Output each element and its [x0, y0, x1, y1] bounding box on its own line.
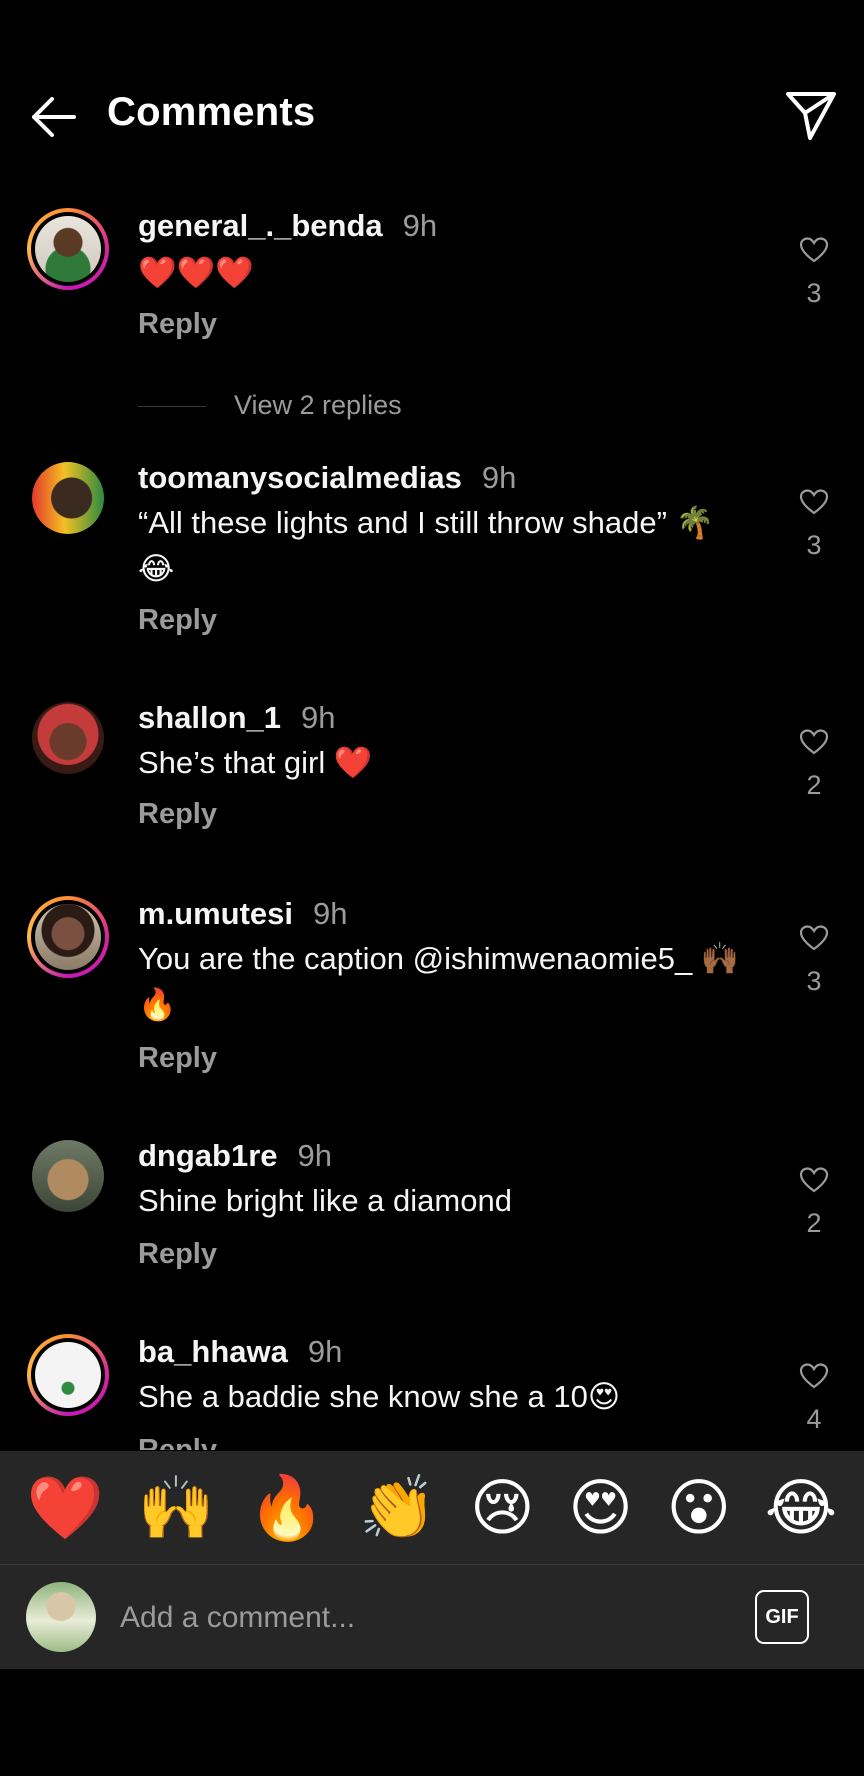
heart-icon[interactable] — [799, 1166, 829, 1194]
comment-text: “All these lights and I still throw shad… — [138, 505, 715, 586]
arrow-left-icon[interactable] — [26, 90, 80, 144]
heart-icon[interactable] — [799, 924, 829, 952]
username[interactable]: ba_hhawa — [138, 1334, 288, 1369]
comment-meta: ba_hhawa 9h — [138, 1334, 342, 1370]
like-count: 3 — [806, 966, 822, 996]
avatar[interactable] — [32, 462, 104, 534]
username[interactable]: general_._benda — [138, 208, 383, 243]
comment-composer: GIF — [0, 1565, 864, 1669]
timestamp: 9h — [313, 896, 348, 931]
avatar[interactable] — [32, 1140, 104, 1212]
like-control[interactable]: 2 — [794, 1166, 834, 1239]
emoji-laughing[interactable]: 😂 — [765, 1477, 837, 1539]
reply-button[interactable]: Reply — [138, 1238, 217, 1271]
like-control[interactable]: 3 — [794, 924, 834, 997]
comment-text: ❤️❤️❤️ — [138, 255, 254, 290]
comment-item: ba_hhawa 9h She a baddie she know she a 1… — [0, 1316, 864, 1450]
avatar[interactable] — [26, 1582, 96, 1652]
reply-button[interactable]: Reply — [138, 604, 217, 637]
like-control[interactable]: 4 — [794, 1362, 834, 1435]
emoji-heart[interactable]: ❤️ — [27, 1477, 104, 1539]
avatar[interactable] — [27, 896, 109, 978]
comment-meta: toomanysocialmedias 9h — [138, 460, 516, 496]
header: Comments — [0, 60, 864, 170]
emoji-heart-eyes[interactable]: 😍 — [568, 1477, 633, 1539]
comment-item: toomanysocialmedias 9h “All these lights … — [0, 442, 864, 662]
username[interactable]: dngab1re — [138, 1138, 278, 1173]
heart-icon[interactable] — [799, 488, 829, 516]
emoji-reaction-bar: ❤️ 🙌 🔥 👏 😢 😍 😮 😂 — [0, 1451, 864, 1565]
comment-text: You are the caption @ishimwenaomie5_ 🙌🏾🔥 — [138, 941, 740, 1022]
comment-item: m.umutesi 9h You are the caption @ishimwe… — [0, 878, 864, 1098]
emoji-sad[interactable]: 😢 — [470, 1477, 535, 1539]
comment-meta: m.umutesi 9h — [138, 896, 348, 932]
comment-item: dngab1re 9h Shine bright like a diamond R… — [0, 1120, 864, 1300]
emoji-surprised[interactable]: 😮 — [666, 1477, 731, 1539]
emoji-clapping[interactable]: 👏 — [359, 1477, 436, 1539]
avatar[interactable] — [32, 702, 104, 774]
reply-button[interactable]: Reply — [138, 308, 217, 341]
reply-button[interactable]: Reply — [138, 1434, 217, 1450]
like-control[interactable]: 3 — [794, 488, 834, 561]
like-count: 3 — [806, 278, 822, 308]
like-control[interactable]: 3 — [794, 236, 834, 309]
view-replies-link[interactable]: View 2 replies — [138, 390, 402, 421]
gif-button[interactable]: GIF — [755, 1590, 809, 1644]
heart-icon[interactable] — [799, 236, 829, 264]
reply-button[interactable]: Reply — [138, 798, 217, 831]
emoji-fire[interactable]: 🔥 — [248, 1477, 325, 1539]
like-count: 2 — [806, 770, 822, 800]
emoji-raising-hands[interactable]: 🙌 — [138, 1477, 215, 1539]
comment-list[interactable]: general_._benda 9h ❤️❤️❤️ Reply 3 View 2 … — [0, 190, 864, 1450]
reply-button[interactable]: Reply — [138, 1042, 217, 1075]
comment-meta: general_._benda 9h — [138, 208, 437, 244]
comment-text: Shine bright like a diamond — [138, 1183, 512, 1218]
page-title: Comments — [107, 90, 316, 134]
like-count: 2 — [806, 1208, 822, 1238]
username[interactable]: shallon_1 — [138, 700, 281, 735]
timestamp: 9h — [481, 460, 517, 495]
comment-meta: dngab1re 9h — [138, 1138, 332, 1174]
heart-icon[interactable] — [799, 1362, 829, 1390]
comment-item: general_._benda 9h ❤️❤️❤️ Reply 3 View 2 … — [0, 190, 864, 420]
like-control[interactable]: 2 — [794, 728, 834, 801]
like-count: 4 — [806, 1404, 822, 1434]
heart-icon[interactable] — [799, 728, 829, 756]
comment-text: She a baddie she know she a 10😍 — [138, 1379, 621, 1414]
comment-text: She’s that girl ❤️ — [138, 745, 373, 780]
timestamp: 9h — [307, 1334, 343, 1369]
like-count: 3 — [806, 530, 822, 560]
reply-thread-line — [138, 406, 206, 408]
timestamp: 9h — [301, 700, 336, 735]
avatar[interactable] — [27, 1334, 109, 1416]
comment-item: shallon_1 9h She’s that girl ❤️ Reply 2 — [0, 682, 864, 862]
view-replies-label: View 2 replies — [234, 390, 402, 420]
timestamp: 9h — [402, 208, 438, 243]
comment-input[interactable] — [118, 1595, 722, 1641]
timestamp: 9h — [297, 1138, 333, 1173]
username[interactable]: toomanysocialmedias — [138, 460, 462, 495]
paper-plane-icon[interactable] — [784, 88, 838, 142]
avatar[interactable] — [27, 208, 109, 290]
username[interactable]: m.umutesi — [138, 896, 293, 931]
comment-meta: shallon_1 9h — [138, 700, 335, 736]
